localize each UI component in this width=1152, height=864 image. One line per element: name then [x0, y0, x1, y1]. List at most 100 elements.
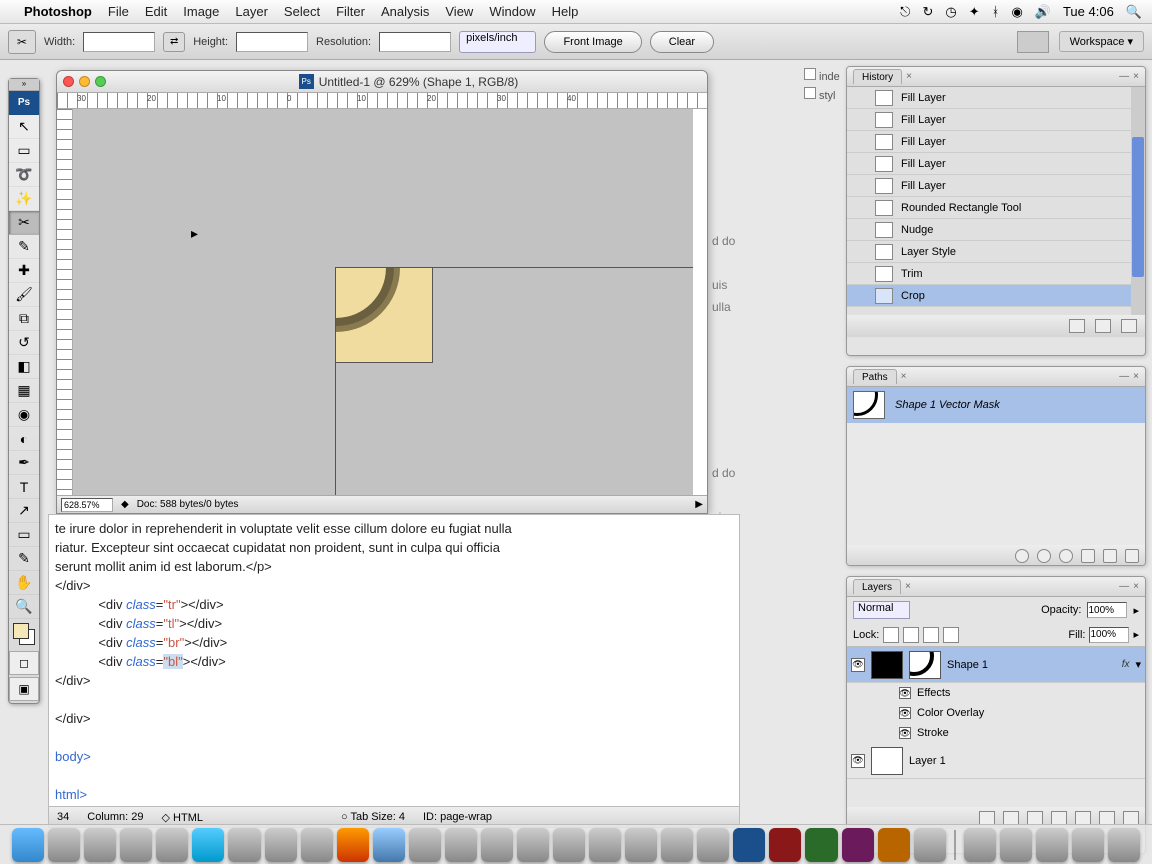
hand-tool-icon[interactable]: ✋ [9, 571, 39, 595]
marquee-tool-icon[interactable]: ▭ [9, 139, 39, 163]
fx-badge[interactable]: fx [1122, 659, 1130, 670]
toolbox-collapse[interactable]: » [9, 79, 39, 91]
history-item[interactable]: Fill Layer [847, 131, 1145, 153]
zoom-input[interactable] [61, 498, 113, 512]
dock-app-icon[interactable] [481, 828, 513, 862]
fill-path-icon[interactable] [1015, 549, 1029, 563]
panel-close-icon[interactable]: × [1133, 371, 1139, 382]
wifi-icon[interactable]: ◉ [1011, 4, 1022, 20]
width-input[interactable] [83, 32, 155, 52]
stroke-path-icon[interactable] [1037, 549, 1051, 563]
file-tab[interactable]: inde [804, 68, 846, 83]
clear-button[interactable]: Clear [650, 31, 714, 53]
visibility-toggle-icon[interactable]: 👁 [851, 658, 865, 672]
pen-tool-icon[interactable]: ✒ [9, 451, 39, 475]
ruler-horizontal[interactable]: 30 20 10 0 10 20 30 40 [57, 93, 707, 109]
dock-app-icon[interactable] [409, 828, 441, 862]
quickmask-toggle-icon[interactable]: ◻ [9, 651, 39, 675]
dock-app-icon[interactable] [553, 828, 585, 862]
dock-skype-icon[interactable] [192, 828, 224, 862]
gradient-tool-icon[interactable]: ▦ [9, 379, 39, 403]
dock-app-icon[interactable] [517, 828, 549, 862]
menu-file[interactable]: File [108, 4, 129, 19]
shape-tool-icon[interactable]: ▭ [9, 523, 39, 547]
panel-minimize-icon[interactable]: — [1119, 581, 1129, 592]
dock-app-icon[interactable] [445, 828, 477, 862]
lock-transparent-icon[interactable] [883, 627, 899, 643]
dock-app-icon[interactable] [156, 828, 188, 862]
delete-path-icon[interactable] [1125, 549, 1139, 563]
color-swatches[interactable] [9, 619, 39, 649]
dock-safari-icon[interactable] [373, 828, 405, 862]
lock-position-icon[interactable] [923, 627, 939, 643]
fx-effects-row[interactable]: 👁Effects [847, 683, 1145, 703]
dock-app-icon[interactable] [84, 828, 116, 862]
close-tab-icon[interactable]: × [901, 371, 907, 382]
link-layers-icon[interactable] [979, 811, 995, 825]
dock-finder-icon[interactable] [12, 828, 44, 862]
history-list[interactable]: Fill Layer Fill Layer Fill Layer Fill La… [847, 87, 1145, 315]
history-item[interactable]: Fill Layer [847, 175, 1145, 197]
star-icon[interactable]: ✦ [969, 4, 980, 20]
new-doc-from-state-icon[interactable] [1069, 319, 1085, 333]
brush-tool-icon[interactable]: 🖌 [9, 283, 39, 307]
lasso-tool-icon[interactable]: ➰ [9, 163, 39, 187]
new-layer-icon[interactable] [1099, 811, 1115, 825]
dock-app-icon[interactable] [1036, 828, 1068, 862]
menu-window[interactable]: Window [489, 4, 535, 19]
history-brush-tool-icon[interactable]: ↺ [9, 331, 39, 355]
dock-photoshop-icon[interactable] [733, 828, 765, 862]
path-item[interactable]: Shape 1 Vector Mask [847, 387, 1145, 423]
app-name[interactable]: Photoshop [24, 4, 92, 19]
swap-dimensions-button[interactable]: ⇄ [163, 32, 185, 52]
close-tab-icon[interactable]: × [906, 71, 912, 82]
status-icon[interactable]: ◆ [121, 499, 129, 510]
lock-all-icon[interactable] [943, 627, 959, 643]
menu-analysis[interactable]: Analysis [381, 4, 429, 19]
history-item[interactable]: Rounded Rectangle Tool [847, 197, 1145, 219]
minimize-window-button[interactable] [79, 76, 90, 87]
dock-app-icon[interactable] [120, 828, 152, 862]
delete-layer-icon[interactable] [1123, 811, 1139, 825]
opacity-input[interactable] [1087, 602, 1127, 618]
spotlight-icon[interactable]: 🔍 [1126, 4, 1142, 20]
bluetooth-icon[interactable]: ᚼ [992, 4, 1000, 19]
dock-trash-icon[interactable] [1108, 828, 1140, 862]
visibility-toggle-icon[interactable]: 👁 [851, 754, 865, 768]
dock-app-icon[interactable] [301, 828, 333, 862]
dock-app-icon[interactable] [228, 828, 260, 862]
opacity-arrow-icon[interactable]: ▸ [1133, 604, 1139, 617]
layer-name[interactable]: Shape 1 [947, 659, 988, 671]
close-tab-icon[interactable]: × [905, 581, 911, 592]
dodge-tool-icon[interactable]: ◐ [9, 427, 39, 451]
history-tab[interactable]: History [853, 69, 902, 84]
menubar-clock[interactable]: Tue 4:06 [1063, 4, 1114, 19]
dock-app-icon[interactable] [625, 828, 657, 862]
status-arrow-icon[interactable]: ▶ [695, 499, 703, 510]
visibility-toggle-icon[interactable]: 👁 [899, 687, 911, 699]
panel-close-icon[interactable]: × [1133, 581, 1139, 592]
menu-edit[interactable]: Edit [145, 4, 167, 19]
history-item[interactable]: Nudge [847, 219, 1145, 241]
dock-app-icon[interactable] [914, 828, 946, 862]
path-select-tool-icon[interactable]: ↗ [9, 499, 39, 523]
height-input[interactable] [236, 32, 308, 52]
fx-coloroverlay-row[interactable]: 👁Color Overlay [847, 703, 1145, 723]
layer-name[interactable]: Layer 1 [909, 755, 946, 767]
move-tool-icon[interactable]: ↖ [9, 115, 39, 139]
canvas[interactable]: ▸ [73, 109, 693, 495]
history-item[interactable]: Fill Layer [847, 153, 1145, 175]
fill-arrow-icon[interactable]: ▸ [1133, 628, 1139, 641]
healing-tool-icon[interactable]: ✚ [9, 259, 39, 283]
dock-app-icon[interactable] [265, 828, 297, 862]
layers-tab[interactable]: Layers [853, 579, 901, 594]
history-item-active[interactable]: Crop [847, 285, 1145, 307]
zoom-tool-icon[interactable]: 🔍 [9, 595, 39, 619]
layer-mask-icon[interactable] [1027, 811, 1043, 825]
crop-tool-icon[interactable]: ✂ [8, 30, 36, 54]
foreground-color-swatch[interactable] [13, 623, 29, 639]
expand-fx-icon[interactable]: ▾ [1135, 658, 1141, 671]
code-editor[interactable]: te irure dolor in reprehenderit in volup… [48, 514, 740, 816]
file-tab[interactable]: styl [804, 87, 846, 102]
fx-stroke-row[interactable]: 👁Stroke [847, 723, 1145, 743]
